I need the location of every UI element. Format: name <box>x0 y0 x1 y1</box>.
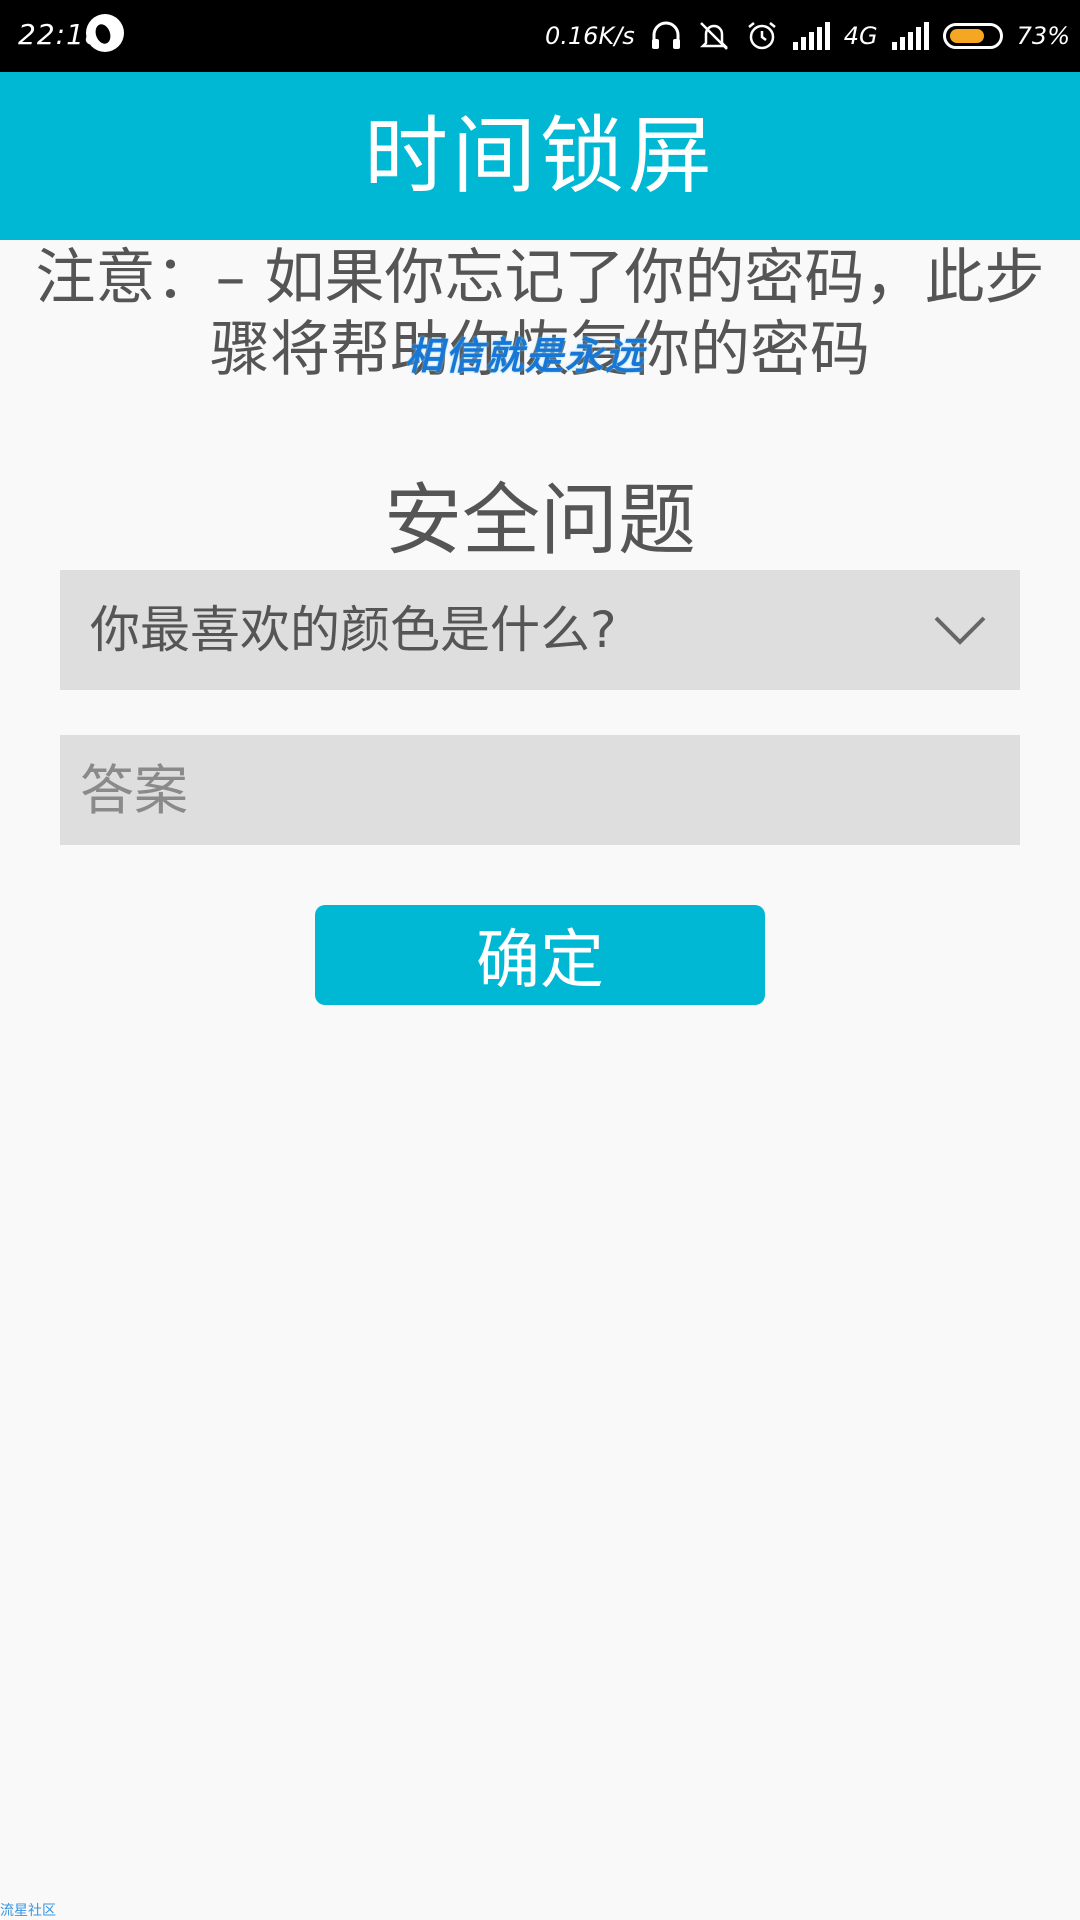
headset-icon <box>651 21 680 49</box>
page-title: 时间锁屏 <box>363 107 716 205</box>
app-bar: 时间锁屏 <box>0 72 1080 240</box>
overlay-slogan: 相信就是永远 <box>405 334 646 378</box>
net-speed: 0.16K/s <box>545 22 635 50</box>
battery-icon <box>942 23 1003 49</box>
status-bar: 22:18 0.16K/s 4G 73% <box>0 0 1080 72</box>
signal-icon <box>792 22 830 50</box>
selected-question: 你最喜欢的颜色是什么? <box>90 601 617 659</box>
network-type: 4G <box>843 22 878 50</box>
bell-muted-icon <box>699 22 728 50</box>
security-question-dropdown[interactable]: 你最喜欢的颜色是什么? <box>60 570 1020 690</box>
answer-input[interactable] <box>60 735 1020 845</box>
app-notification-icon <box>86 14 124 52</box>
watermark-text: 流星社区 <box>0 1903 56 1919</box>
signal-icon <box>891 22 929 50</box>
chevron-down-icon <box>934 616 986 645</box>
confirm-button[interactable]: 确定 <box>315 905 765 1005</box>
alarm-icon <box>748 22 776 50</box>
security-question-title: 安全问题 <box>383 476 696 566</box>
status-indicators: 0.16K/s 4G 73% <box>545 14 1070 58</box>
battery-percent: 73% <box>1016 22 1070 50</box>
